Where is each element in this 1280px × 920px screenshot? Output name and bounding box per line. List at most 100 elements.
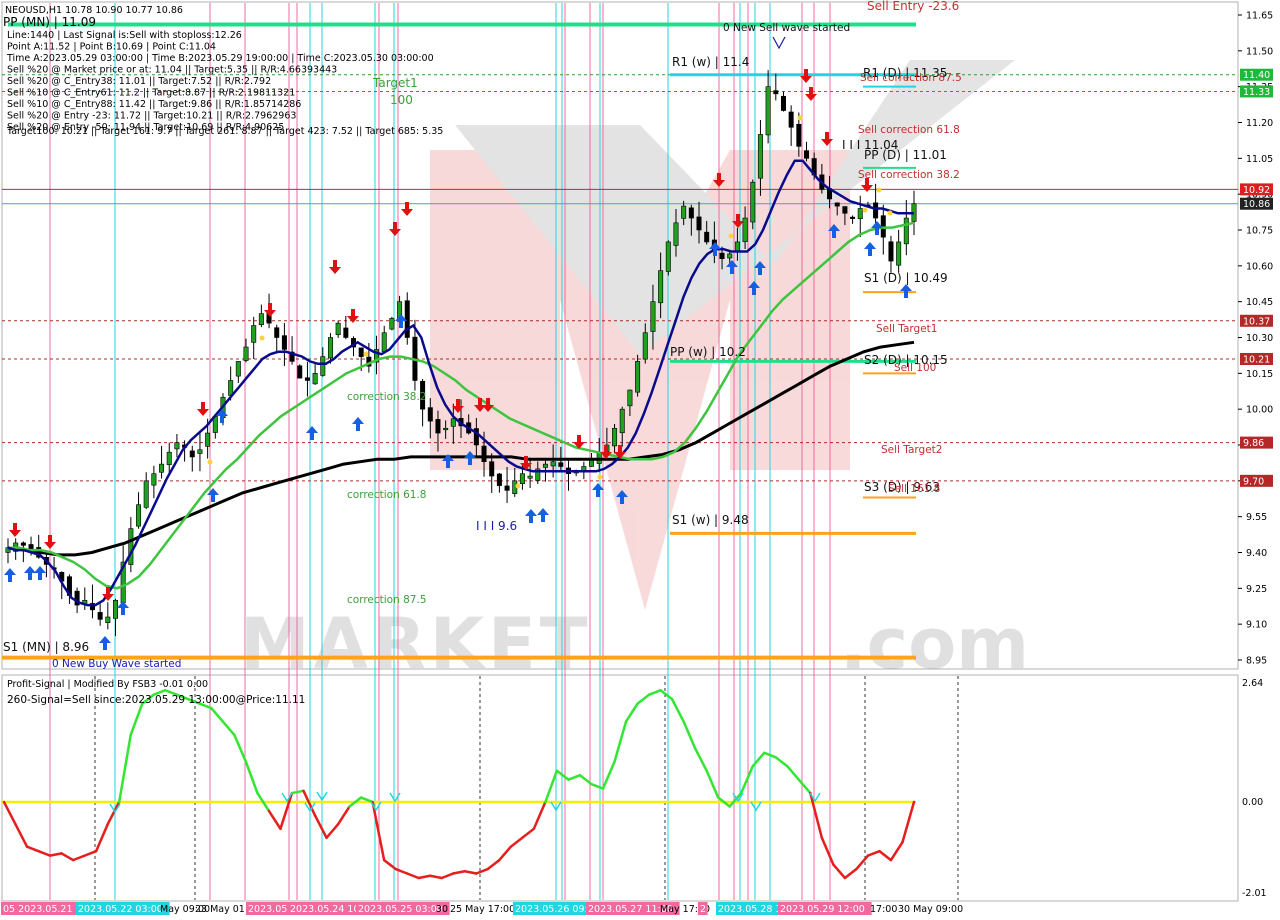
candle-body xyxy=(235,361,241,377)
candle-body xyxy=(105,616,111,623)
candle-body xyxy=(635,361,641,393)
candle-body xyxy=(873,202,879,219)
header-line-8: Sell %20 @ Entry -23: 11.72 || Target:10… xyxy=(7,111,296,122)
time-tick-label: 2023.05 xyxy=(248,904,287,915)
header-line-3: Time A:2023.05.29 03:00:00 | Time B:2023… xyxy=(6,53,434,64)
candle-body xyxy=(888,241,894,262)
price-badge-label: 9.86 xyxy=(1243,438,1264,449)
candle-body xyxy=(757,134,763,179)
time-tick-label: 2023.05.25 03:00 xyxy=(358,904,443,915)
candle-body xyxy=(297,365,303,379)
candle-body xyxy=(312,373,318,385)
candle-body xyxy=(550,461,556,467)
candle-body xyxy=(842,206,848,214)
candle-body xyxy=(673,222,679,246)
candle-body xyxy=(489,461,495,477)
candle-body xyxy=(228,380,234,396)
candle-body xyxy=(435,419,441,434)
candle-body xyxy=(443,427,449,431)
time-tick-label: 25 May 17:00 xyxy=(450,904,515,915)
candle-body xyxy=(128,528,134,565)
candle-body xyxy=(650,301,656,332)
signal-dot xyxy=(259,335,265,341)
target1-label: Target1 xyxy=(372,76,418,90)
candle-body xyxy=(151,473,157,486)
price-tick-label: 9.25 xyxy=(1246,584,1267,595)
candle-body xyxy=(727,253,733,259)
candle-body xyxy=(174,442,180,450)
signal-dot xyxy=(862,207,868,213)
header-line-7: Sell %10 @ C_Entry88: 11.42 || Target:9.… xyxy=(7,99,301,110)
candle-body xyxy=(358,347,364,357)
indicator-axis-zero: 0.00 xyxy=(1242,797,1263,808)
price-tick-label: 10.30 xyxy=(1246,333,1273,344)
candle-body xyxy=(258,313,264,326)
candle-body xyxy=(719,252,725,259)
candle-body xyxy=(205,432,211,447)
price-tick-label: 10.75 xyxy=(1246,226,1273,237)
candle-body xyxy=(804,150,810,159)
price-tick-label: 10.00 xyxy=(1246,405,1273,416)
candle-body xyxy=(251,325,257,343)
price-badge-label: 10.21 xyxy=(1243,355,1270,366)
correction-382-label: correction 38.2 xyxy=(347,391,426,403)
sell-correction-618-label: Sell correction 61.8 xyxy=(858,124,960,136)
candle-body xyxy=(765,86,771,136)
candle-body xyxy=(627,389,633,407)
candle-body xyxy=(696,216,702,231)
time-tick-label: 30 xyxy=(436,904,448,915)
s1-d-label: S1 (D) | 10.49 xyxy=(864,271,948,285)
new-buy-wave-label: 0 New Buy Wave started xyxy=(52,658,181,670)
signal-dot xyxy=(887,210,893,216)
signal-dot xyxy=(797,115,803,121)
sell-correction-875-label: Sell correction 87.5 xyxy=(860,72,962,84)
candle-body xyxy=(281,335,287,350)
sell-target1-label: Sell Target1 xyxy=(876,323,937,335)
candle-body xyxy=(780,95,786,111)
sell-entry-label: Sell Entry -23.6 xyxy=(867,0,959,13)
candle-body xyxy=(773,90,779,95)
candle-body xyxy=(327,337,333,359)
candle-body xyxy=(381,332,387,352)
price-tick-label: 11.20 xyxy=(1246,118,1273,129)
correction-618-label: correction 61.8 xyxy=(347,489,426,501)
candle-body xyxy=(665,241,671,272)
candle-body xyxy=(788,111,794,128)
candle-body xyxy=(97,612,103,620)
candle-body xyxy=(834,202,840,207)
candle-body xyxy=(658,270,664,304)
header-line-6: Sell %10 @ C_Entry61: 11.2 || Target:8.8… xyxy=(7,88,295,99)
sell-target2-label: Sell Target2 xyxy=(881,444,942,456)
time-axis: 05 2023.05.21 132023.05.22 03:00May 09:0… xyxy=(1,902,963,915)
header-line-4: Sell %20 @ Market price or at: 11.04 || … xyxy=(7,65,337,76)
indicator-axis-top: 2.64 xyxy=(1242,678,1263,689)
s1-w-label: S1 (w) | 9.48 xyxy=(672,513,749,527)
price-badge-label: 10.86 xyxy=(1243,199,1270,210)
price-badge-label: 10.37 xyxy=(1243,316,1270,327)
svg-text:MARKET: MARKET xyxy=(240,603,592,685)
candle-body xyxy=(903,217,909,245)
candle-body xyxy=(389,318,395,330)
candle-body xyxy=(519,473,525,484)
price-tick-label: 9.40 xyxy=(1246,548,1267,559)
new-sell-wave-label: 0 New Sell wave started xyxy=(723,22,850,34)
pp-w-label: PP (w) | 10.2 xyxy=(670,345,746,359)
candle-body xyxy=(896,241,902,266)
price-tick-label: 11.05 xyxy=(1246,154,1273,165)
candle-body xyxy=(343,327,349,338)
time-tick-label: 2 xyxy=(700,904,706,915)
candle-body xyxy=(143,480,149,508)
sell-1618-label: Sell 161.8 xyxy=(888,483,940,495)
indicator-signal: 260-Signal=Sell since:2023.05.29 13:00:0… xyxy=(7,694,305,706)
candle-body xyxy=(619,408,625,434)
time-tick-label: 2023.05.28 1 xyxy=(718,904,781,915)
candle-body xyxy=(496,473,502,486)
signal-dot xyxy=(515,483,521,489)
candle-body xyxy=(20,542,26,546)
price-tick-label: 9.10 xyxy=(1246,620,1267,631)
time-tick-label: 30 May 09:00 xyxy=(898,904,963,915)
price-badge-label: 9.70 xyxy=(1243,476,1264,487)
price-badge-label: 11.33 xyxy=(1243,87,1270,98)
price-tick-label: 10.60 xyxy=(1246,261,1273,272)
target1-value: 100 xyxy=(390,93,413,107)
